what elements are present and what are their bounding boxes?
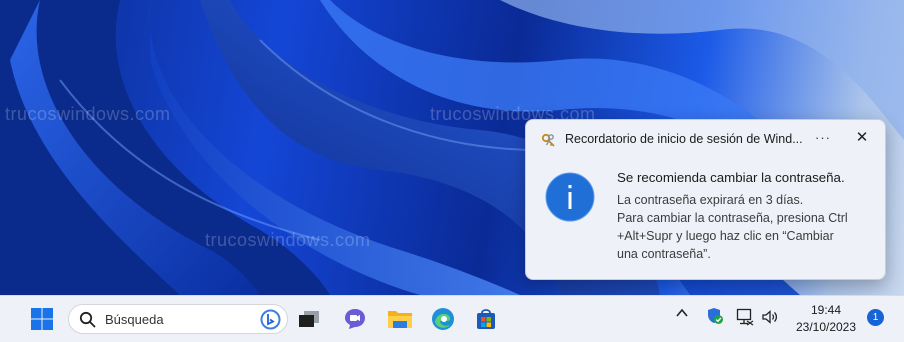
network-tray-button[interactable] <box>736 308 754 331</box>
store-button[interactable] <box>470 303 502 335</box>
search-icon <box>79 311 96 328</box>
clock-date: 23/10/2023 <box>795 320 857 334</box>
windows-security-icon <box>708 308 723 324</box>
security-tray-button[interactable] <box>706 307 724 330</box>
edge-browser-icon <box>432 308 454 330</box>
notification-app-name: Recordatorio de inicio de sesión de Wind… <box>565 132 803 146</box>
clock-time: 19:44 <box>810 303 842 317</box>
close-button[interactable]: ✕ <box>852 128 872 148</box>
taskbar: Búsqueda 19:44 23/10/2023 1 <box>0 295 904 342</box>
task-view-icon <box>299 311 319 327</box>
search-box[interactable]: Búsqueda <box>68 304 288 334</box>
notification-title: Se recomienda cambiar la contraseña. <box>617 170 845 185</box>
notification-toast[interactable]: Recordatorio de inicio de sesión de Wind… <box>525 119 886 280</box>
volume-tray-button[interactable] <box>761 308 779 331</box>
keys-icon <box>541 133 555 147</box>
watermark-text: trucoswindows.com <box>205 230 371 250</box>
notification-body: La contraseña expirará en 3 días. Para c… <box>617 191 877 263</box>
watermark-text: trucoswindows.com <box>5 104 171 124</box>
info-icon <box>545 172 595 222</box>
more-options-button[interactable]: ··· <box>812 130 834 148</box>
start-button[interactable] <box>26 303 58 335</box>
task-view-button[interactable] <box>293 303 325 335</box>
network-icon <box>736 308 754 326</box>
clock-button[interactable]: 19:44 23/10/2023 <box>788 302 864 336</box>
show-hidden-icons-button[interactable] <box>675 306 689 324</box>
chat-button[interactable] <box>339 303 371 335</box>
teams-chat-icon <box>345 309 365 329</box>
store-icon <box>477 309 495 329</box>
speaker-icon <box>762 310 778 324</box>
bing-icon[interactable] <box>260 309 281 330</box>
notification-body-line: La contraseña expirará en 3 días. <box>617 193 804 207</box>
notification-body-line: +Alt+Supr y luego haz clic en “Cambiar <box>617 229 834 243</box>
notification-count-badge[interactable]: 1 <box>867 309 884 326</box>
file-explorer-button[interactable] <box>384 303 416 335</box>
windows-logo-icon <box>31 308 53 330</box>
chevron-up-icon <box>676 308 688 317</box>
search-placeholder: Búsqueda <box>105 312 164 327</box>
notification-body-line: una contraseña”. <box>617 247 711 261</box>
edge-button[interactable] <box>427 303 459 335</box>
notification-body-line: Para cambiar la contraseña, presiona Ctr… <box>617 211 848 225</box>
folder-icon <box>388 311 412 328</box>
